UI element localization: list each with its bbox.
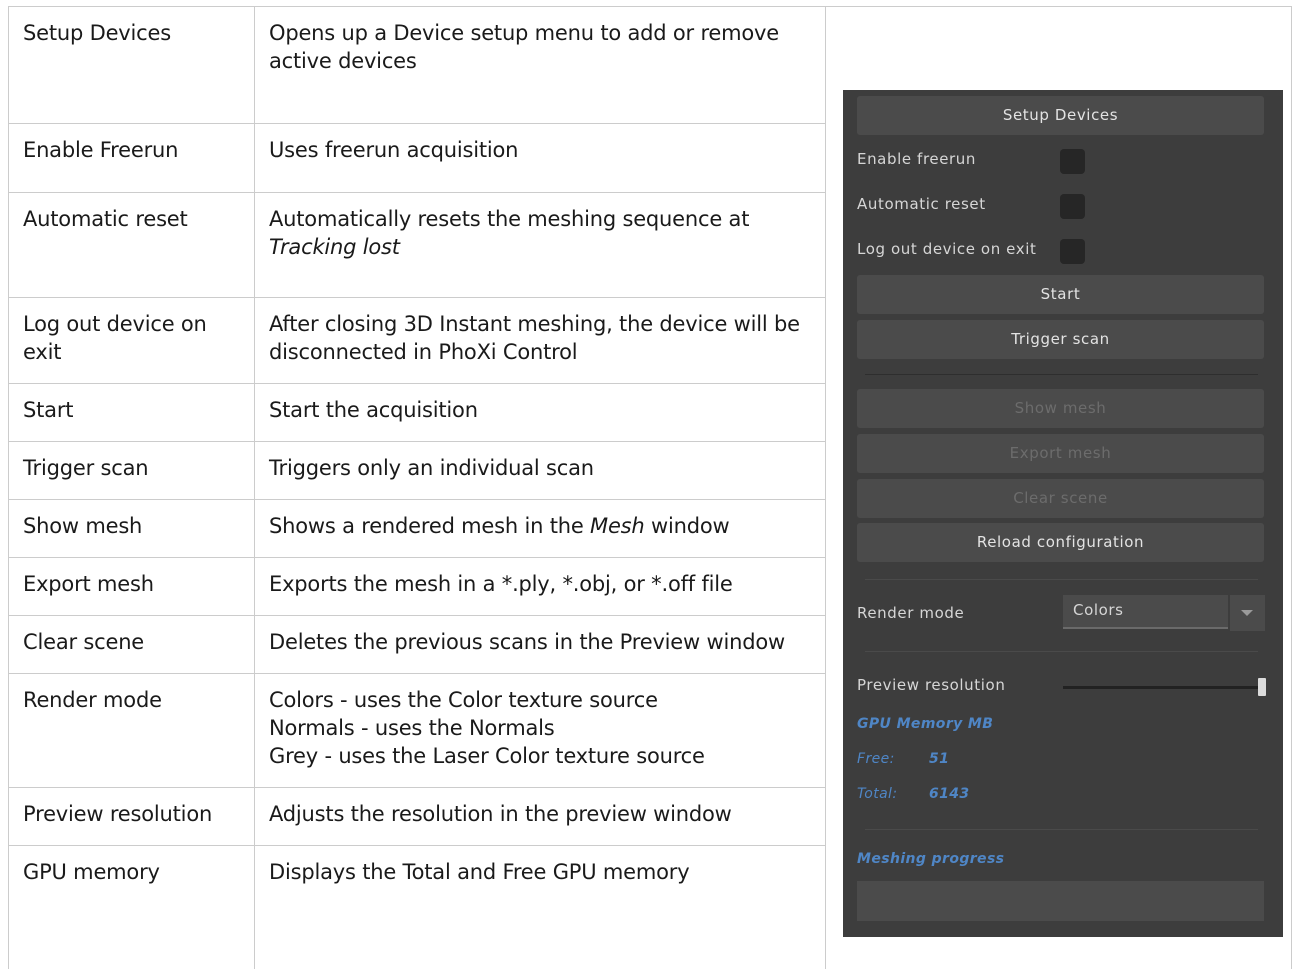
meshing-progress-bar [857, 881, 1264, 921]
row-description: Displays the Total and Free GPU memory [269, 860, 690, 884]
row-description: Colors - uses the Color texture source N… [269, 688, 705, 768]
table-row: Clear scene Deletes the previous scans i… [9, 616, 825, 674]
logout-on-exit-label: Log out device on exit [857, 240, 1037, 258]
automatic-reset-checkbox[interactable] [1060, 194, 1085, 219]
row-name: Automatic reset [23, 207, 188, 231]
trigger-scan-button[interactable]: Trigger scan [857, 320, 1264, 359]
total-value: 6143 [929, 786, 970, 802]
gpu-memory-title: GPU Memory MB [857, 716, 994, 732]
render-mode-label: Render mode [857, 604, 965, 622]
divider [865, 374, 1258, 375]
row-name: Render mode [23, 688, 162, 712]
row-description: After closing 3D Instant meshing, the de… [269, 312, 800, 364]
row-name: Show mesh [23, 514, 143, 538]
row-description: Deletes the previous scans in the Previe… [269, 630, 785, 654]
table-row: Setup Devices Opens up a Device setup me… [9, 7, 825, 124]
row-name: Preview resolution [23, 802, 213, 826]
row-name: Trigger scan [23, 456, 149, 480]
table-row: Automatic reset Automatically resets the… [9, 193, 825, 298]
table-row: Start Start the acquisition [9, 384, 825, 442]
divider [865, 829, 1258, 830]
clear-scene-button[interactable]: Clear scene [857, 479, 1264, 518]
setup-devices-button[interactable]: Setup Devices [857, 96, 1264, 135]
row-name: Setup Devices [23, 21, 171, 45]
row-description: Automatically resets the meshing sequenc… [269, 207, 750, 259]
column-divider [825, 6, 826, 969]
free-label: Free: [857, 751, 895, 767]
preview-resolution-slider-handle[interactable] [1258, 678, 1266, 696]
row-name: Start [23, 398, 74, 422]
table-row: Preview resolution Adjusts the resolutio… [9, 788, 825, 846]
row-description: Uses freerun acquisition [269, 138, 519, 162]
divider [865, 651, 1258, 652]
row-description: Adjusts the resolution in the preview wi… [269, 802, 732, 826]
meshing-settings-panel: Setup Devices Enable freerun Automatic r… [843, 90, 1283, 937]
row-description: Triggers only an individual scan [269, 456, 594, 480]
row-name: Enable Freerun [23, 138, 179, 162]
row-description: Opens up a Device setup menu to add or r… [269, 21, 780, 73]
table-row: GPU memory Displays the Total and Free G… [9, 846, 825, 969]
row-description: Shows a rendered mesh in the Mesh window [269, 514, 730, 538]
divider [865, 579, 1258, 580]
row-description: Start the acquisition [269, 398, 478, 422]
free-value: 51 [929, 751, 950, 767]
table-row: Trigger scan Triggers only an individual… [9, 442, 825, 500]
chevron-down-icon[interactable] [1230, 595, 1265, 631]
preview-resolution-slider[interactable] [1063, 686, 1261, 689]
render-mode-select[interactable]: Colors [1063, 595, 1228, 629]
start-button[interactable]: Start [857, 275, 1264, 314]
reload-configuration-button[interactable]: Reload configuration [857, 523, 1264, 562]
row-description: Exports the mesh in a *.ply, *.obj, or *… [269, 572, 733, 596]
show-mesh-button[interactable]: Show mesh [857, 389, 1264, 428]
total-label: Total: [857, 786, 898, 802]
row-name: Export mesh [23, 572, 154, 596]
meshing-progress-label: Meshing progress [857, 851, 1005, 867]
automatic-reset-label: Automatic reset [857, 195, 986, 213]
enable-freerun-label: Enable freerun [857, 150, 977, 168]
table-row: Enable Freerun Uses freerun acquisition [9, 124, 825, 193]
export-mesh-button[interactable]: Export mesh [857, 434, 1264, 473]
table-row: Render mode Colors - uses the Color text… [9, 674, 825, 788]
table-row: Export mesh Exports the mesh in a *.ply,… [9, 558, 825, 616]
enable-freerun-checkbox[interactable] [1060, 149, 1085, 174]
table-row: Log out device on exit After closing 3D … [9, 298, 825, 384]
row-name: Log out device on exit [23, 312, 207, 364]
row-name: Clear scene [23, 630, 145, 654]
row-name: GPU memory [23, 860, 160, 884]
table-row: Show mesh Shows a rendered mesh in the M… [9, 500, 825, 558]
preview-resolution-label: Preview resolution [857, 676, 1006, 694]
logout-on-exit-checkbox[interactable] [1060, 239, 1085, 264]
